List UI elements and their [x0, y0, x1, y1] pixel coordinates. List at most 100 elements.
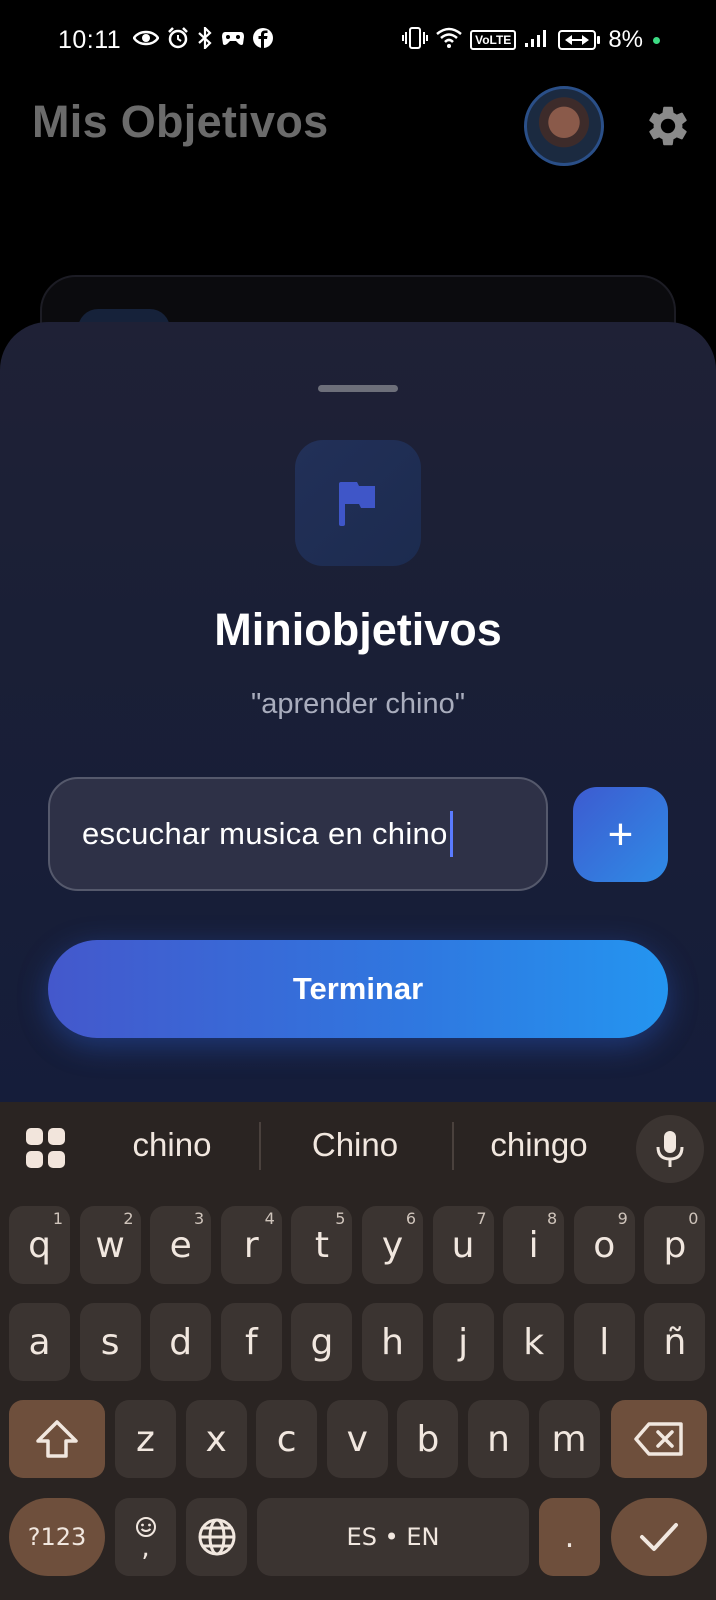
- wifi-icon: [436, 27, 462, 53]
- key-g[interactable]: g: [291, 1303, 353, 1381]
- backspace-icon: [634, 1422, 683, 1456]
- key-hint: 0: [688, 1209, 699, 1228]
- key-d[interactable]: d: [150, 1303, 212, 1381]
- shift-key[interactable]: [9, 1400, 105, 1478]
- emoji-comma-key[interactable]: ,: [115, 1498, 176, 1576]
- status-bar: 10:11 VoLTE 8%: [0, 0, 716, 80]
- charging-indicator-dot: [653, 36, 660, 44]
- key-s[interactable]: s: [79, 1303, 141, 1381]
- key-label: q: [28, 1224, 51, 1266]
- key-z[interactable]: z: [115, 1400, 176, 1478]
- key-t[interactable]: t5: [291, 1206, 353, 1284]
- flag-icon: [339, 482, 375, 526]
- suggestion-2[interactable]: Chino: [280, 1126, 430, 1164]
- period-key[interactable]: .: [539, 1498, 600, 1576]
- key-k[interactable]: k: [503, 1303, 565, 1381]
- language-key[interactable]: [186, 1498, 247, 1576]
- status-left: 10:11: [58, 25, 274, 55]
- key-e[interactable]: e3: [150, 1206, 212, 1284]
- key-q[interactable]: q1: [9, 1206, 70, 1284]
- key-label: y: [381, 1224, 404, 1266]
- enter-key[interactable]: [611, 1498, 707, 1576]
- key-y[interactable]: y6: [362, 1206, 423, 1284]
- globe-icon: [198, 1518, 235, 1556]
- suggestion-divider: [452, 1122, 454, 1170]
- battery-percent: 8%: [608, 26, 643, 53]
- shift-arrow-icon: [36, 1420, 78, 1458]
- eye-icon: [132, 29, 160, 51]
- volte-icon: VoLTE: [470, 30, 517, 50]
- symbols-key[interactable]: ?123: [9, 1498, 105, 1576]
- key-label: o: [593, 1224, 616, 1266]
- key-v[interactable]: v: [326, 1400, 388, 1478]
- key-label: r: [243, 1224, 259, 1266]
- key-a[interactable]: a: [9, 1303, 70, 1381]
- key-f[interactable]: f: [220, 1303, 282, 1381]
- key-hint: 2: [123, 1209, 134, 1228]
- microphone-icon: [656, 1131, 684, 1167]
- signal-icon: [524, 28, 550, 52]
- space-key[interactable]: ES • EN: [257, 1498, 529, 1576]
- mini-goals-sheet: Miniobjetivos "aprender chino" escuchar …: [0, 322, 716, 1102]
- settings-button[interactable]: [644, 102, 692, 150]
- vibrate-icon: [402, 27, 429, 53]
- finish-button[interactable]: Terminar: [48, 940, 668, 1038]
- avatar[interactable]: [524, 86, 604, 166]
- battery-icon: [558, 30, 601, 50]
- flag-tile: [295, 440, 421, 566]
- key-hint: 3: [194, 1209, 205, 1228]
- app-header: Mis Objetivos: [0, 84, 716, 166]
- drag-handle[interactable]: [318, 385, 398, 392]
- page-title: Mis Objetivos: [32, 96, 329, 147]
- bluetooth-icon: [197, 25, 213, 53]
- key-u[interactable]: u7: [432, 1206, 494, 1284]
- key-hint: 6: [405, 1209, 416, 1228]
- keyboard: chino Chino chingo q1w2e3r4t5y6u7i8o9p0 …: [0, 1102, 716, 1600]
- gear-icon: [649, 106, 687, 146]
- key-label: p: [663, 1224, 687, 1266]
- suggestion-divider: [259, 1122, 261, 1170]
- backspace-key[interactable]: [611, 1400, 707, 1478]
- suggestion-3[interactable]: chingo: [466, 1126, 612, 1164]
- suggestion-1[interactable]: chino: [100, 1126, 244, 1164]
- key-c[interactable]: c: [256, 1400, 318, 1478]
- key-h[interactable]: h: [362, 1303, 423, 1381]
- finish-button-label: Terminar: [292, 971, 424, 1006]
- key-j[interactable]: j: [432, 1303, 494, 1381]
- microphone-button[interactable]: [636, 1115, 704, 1183]
- key-l[interactable]: l: [573, 1303, 635, 1381]
- key-w[interactable]: w2: [79, 1206, 141, 1284]
- mini-goal-input[interactable]: escuchar musica en chino: [48, 777, 548, 891]
- key-hint: 1: [52, 1209, 63, 1228]
- comma-label: ,: [141, 1532, 150, 1563]
- key-m[interactable]: m: [538, 1400, 600, 1478]
- key-ñ[interactable]: ñ: [644, 1303, 706, 1381]
- key-p[interactable]: p0: [644, 1206, 706, 1284]
- alarm-icon: [167, 27, 189, 53]
- mini-goal-input-value: escuchar musica en chino: [82, 816, 448, 851]
- key-hint: 7: [476, 1209, 487, 1228]
- suggestion-strip: chino Chino chingo: [0, 1102, 716, 1192]
- status-time: 10:11: [58, 25, 122, 54]
- key-hint: 5: [335, 1209, 346, 1228]
- key-n[interactable]: n: [468, 1400, 529, 1478]
- key-label: i: [528, 1224, 539, 1266]
- goal-name-subtitle: "aprender chino": [250, 688, 466, 720]
- key-i[interactable]: i8: [503, 1206, 565, 1284]
- key-label: t: [314, 1224, 329, 1266]
- key-hint: 8: [547, 1209, 558, 1228]
- key-label: e: [169, 1224, 192, 1266]
- text-cursor: [449, 811, 453, 857]
- add-mini-goal-button[interactable]: +: [573, 787, 668, 882]
- plus-icon: +: [607, 809, 634, 859]
- key-x[interactable]: x: [185, 1400, 247, 1478]
- status-right: VoLTE 8%: [402, 26, 660, 54]
- key-o[interactable]: o9: [573, 1206, 635, 1284]
- key-label: w: [95, 1224, 125, 1266]
- checkmark-icon: [640, 1523, 678, 1551]
- key-r[interactable]: r4: [220, 1206, 282, 1284]
- apps-grid-icon[interactable]: [26, 1128, 66, 1168]
- key-b[interactable]: b: [397, 1400, 459, 1478]
- key-label: u: [451, 1224, 475, 1266]
- key-hint: 4: [264, 1209, 275, 1228]
